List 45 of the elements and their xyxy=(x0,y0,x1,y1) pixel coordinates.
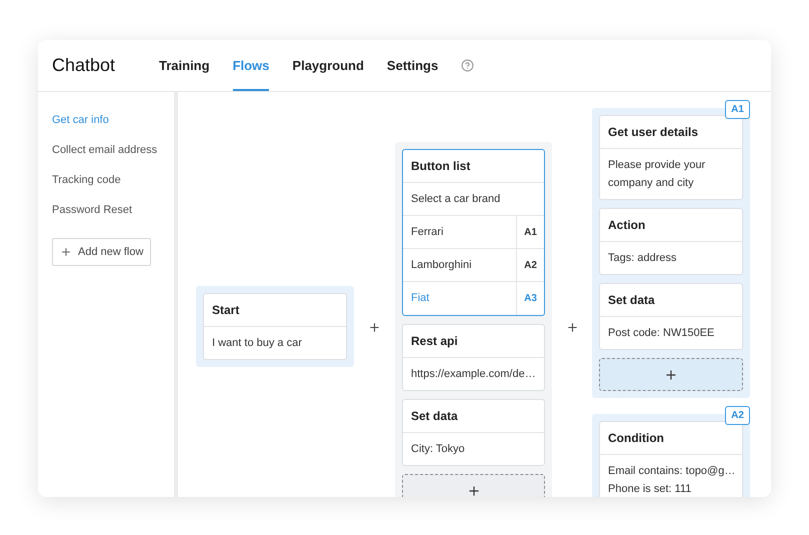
plus-icon xyxy=(60,246,72,258)
flow-card[interactable]: Action Tags: address xyxy=(599,208,743,275)
card-text: I want to buy a car xyxy=(212,336,303,351)
card-text: Post code: NW150EE xyxy=(608,326,716,341)
flow-card[interactable]: Condition Email contains: topo@g… Phone is set: 111 xyxy=(599,421,743,497)
card-title: Condition xyxy=(600,422,742,455)
app-title: Chatbot xyxy=(52,54,116,77)
plus-icon xyxy=(664,368,678,382)
button-option[interactable]: Ferrari A1 xyxy=(403,216,544,249)
card-text: Please provide your xyxy=(608,158,706,173)
flow-card[interactable]: Set data Post code: NW150EE xyxy=(599,283,743,350)
plus-icon[interactable] xyxy=(566,321,579,334)
card-title: Button list xyxy=(403,150,544,183)
plus-icon[interactable] xyxy=(368,321,381,334)
nav-tab[interactable]: Training xyxy=(159,40,210,91)
flow-card[interactable]: Start I want to buy a car xyxy=(203,293,347,360)
card-text: Phone is set: 111 xyxy=(608,482,692,497)
flow-card[interactable]: Set data City: Tokyo xyxy=(402,399,545,466)
card-text: Select a car brand xyxy=(411,192,502,207)
add-flow-button[interactable]: Add new flow xyxy=(52,238,152,266)
flow-item[interactable]: Collect email address xyxy=(52,142,160,172)
nav-tab[interactable]: Settings xyxy=(386,40,438,91)
card-title: Rest api xyxy=(403,325,544,358)
card-text: company and city xyxy=(608,176,695,191)
card-text: https://example.com/de… xyxy=(411,367,536,382)
flow-item[interactable]: Password Reset xyxy=(52,202,160,232)
flow-card[interactable]: Button list Select a car brand Ferrari A1 Lamborghini A2 Fiat A3 xyxy=(402,149,545,316)
card-text: Email contains: topo@g… xyxy=(608,464,734,479)
button-option[interactable]: Lamborghini A2 xyxy=(403,249,544,282)
card-title: Start xyxy=(204,294,346,327)
card-title: Get user details xyxy=(600,116,742,149)
add-step-button[interactable] xyxy=(599,358,743,391)
help-icon[interactable] xyxy=(461,59,474,72)
card-text: City: Tokyo xyxy=(411,442,466,457)
tag-badge: A2 xyxy=(725,406,750,425)
plus-icon xyxy=(466,484,480,497)
tag-badge: A1 xyxy=(725,100,750,119)
flow-card[interactable]: Get user details Please provide your company and city xyxy=(599,115,743,200)
card-title: Set data xyxy=(600,284,742,317)
flow-item[interactable]: Tracking code xyxy=(52,172,160,202)
card-title: Set data xyxy=(403,400,544,433)
card-text: Tags: address xyxy=(608,251,678,266)
card-title: Action xyxy=(600,209,742,242)
flow-card[interactable]: Rest api https://example.com/de… xyxy=(402,324,545,391)
nav-tab[interactable]: Playground xyxy=(292,40,364,91)
